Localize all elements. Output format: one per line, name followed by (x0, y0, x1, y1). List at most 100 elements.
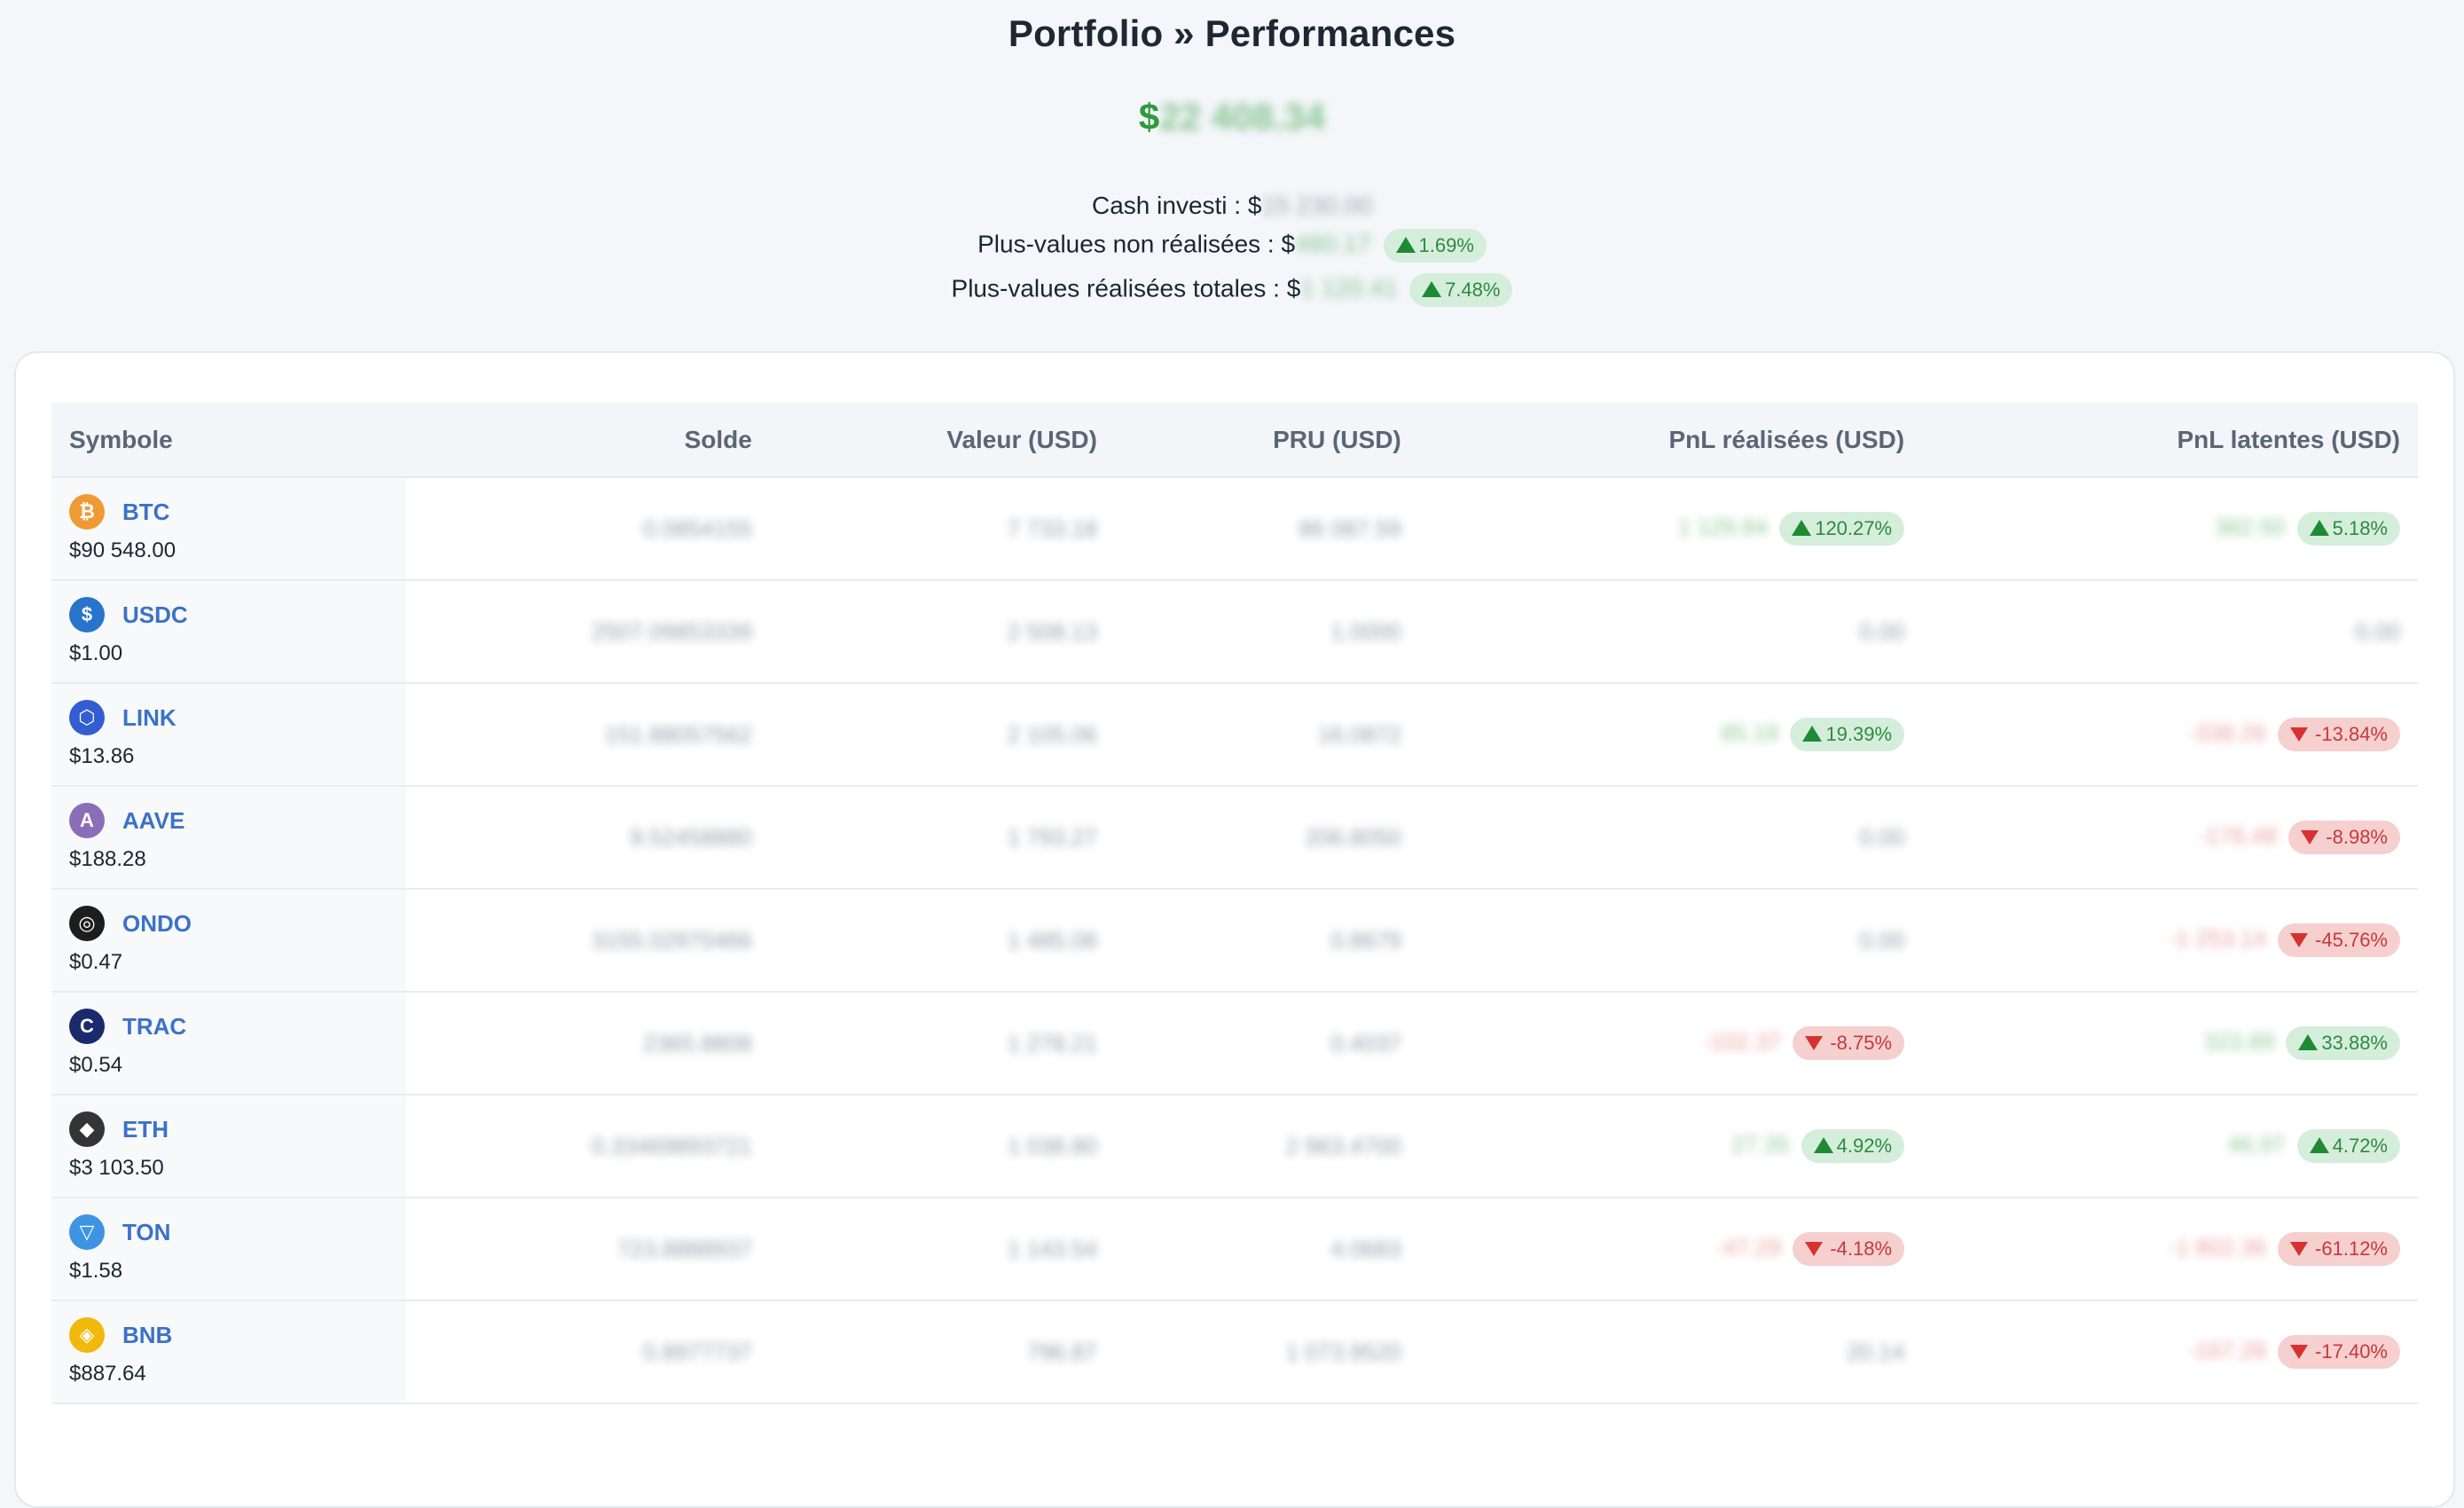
unrealized-pnl-cell: -167.28 -17.40% (1922, 1300, 2418, 1403)
table-row[interactable]: ▽ TON $1.58 723.8888937 1 143.54 4.0683 -47.29… (51, 1198, 2418, 1300)
realized-pnl-cell: 0.00 (1419, 889, 1922, 992)
realized-pnl-cell: 85.19 19.39% (1419, 683, 1922, 786)
aave-icon: A (69, 803, 105, 838)
balance-value: 0.0854155 (642, 514, 752, 542)
unrealized-pnl-value: 382.50 (2214, 513, 2286, 540)
coin-ticker-link[interactable]: BTC (122, 499, 169, 526)
avg-price-cell: 206.8050 (1115, 786, 1419, 889)
table-row[interactable]: A AAVE $188.28 9.52458880 1 793.27 206.8050 0.… (51, 786, 2418, 889)
value-cell: 7 733.18 (770, 477, 1115, 580)
avg-price-value: 0.8679 (1330, 926, 1401, 954)
symbol-cell: ₿ BTC $90 548.00 (51, 477, 406, 580)
unrealized-pnl-value: -1 802.36 (2168, 1233, 2266, 1261)
avg-price-value: 0.4037 (1330, 1029, 1401, 1056)
arrow-up-icon (1422, 281, 1442, 297)
coin-ticker-link[interactable]: BNB (122, 1322, 172, 1349)
realized-pnl-cell: 20.14 (1419, 1300, 1922, 1403)
realized-pnl-pct: -4.18% (1830, 1237, 1893, 1260)
realized-pnl-value: -102.37 (1702, 1027, 1782, 1055)
balance-value: 151.88057562 (604, 720, 752, 748)
bnb-icon: ◈ (69, 1317, 105, 1353)
symbol-cell: ▽ TON $1.58 (51, 1198, 406, 1300)
coin-price: $1.00 (69, 641, 123, 665)
balance-value: 2507.09853339 (592, 617, 752, 645)
column-header-symbol[interactable]: Symbole (51, 403, 406, 478)
arrow-down-icon (2290, 1242, 2309, 1256)
value-cell: 796.87 (770, 1300, 1115, 1403)
unrealized-pnl-badge: -45.76% (2278, 923, 2400, 957)
column-header-unrealized-pnl[interactable]: PnL latentes (USD) (1922, 403, 2418, 478)
usdc-icon: $ (69, 597, 105, 632)
avg-price-cell: 1.0000 (1115, 580, 1419, 683)
arrow-up-icon (1792, 520, 1812, 536)
coin-ticker-link[interactable]: TON (122, 1219, 170, 1246)
column-header-value[interactable]: Valeur (USD) (769, 403, 1115, 478)
realized-gains-pct: 7.48% (1445, 279, 1501, 301)
avg-price-value: 1.0000 (1330, 617, 1401, 645)
realized-pnl-value: 0.00 (1859, 823, 1905, 851)
realized-pnl-badge: -8.75% (1793, 1026, 1905, 1060)
value-cell: 1 485.08 (770, 889, 1115, 992)
table-row[interactable]: ◆ ETH $3 103.50 0.33469893721 1 038.80 2 963.… (51, 1095, 2418, 1198)
unrealized-pnl-cell: -176.48 -8.98% (1922, 786, 2418, 889)
holdings-table: Symbole Solde Valeur (USD) PRU (USD) PnL… (51, 403, 2418, 1404)
coin-price: $90 548.00 (69, 538, 177, 562)
coin-ticker-link[interactable]: ONDO (122, 910, 192, 938)
symbol-cell: A AAVE $188.28 (51, 786, 406, 889)
balance-cell: 3155.02970466 (406, 889, 770, 992)
table-row[interactable]: $ USDC $1.00 2507.09853339 2 508.13 1.0000 0.0… (51, 580, 2418, 683)
table-header-row: Symbole Solde Valeur (USD) PRU (USD) PnL… (51, 403, 2418, 478)
table-row[interactable]: ◎ ONDO $0.47 3155.02970466 1 485.08 0.8679 0.0… (51, 889, 2418, 992)
table-row[interactable]: ⬡ LINK $13.86 151.88057562 2 105.06 16.0872 85… (51, 683, 2418, 786)
unrealized-pnl-badge: 4.72% (2296, 1129, 2400, 1163)
coin-price: $3 103.50 (69, 1156, 164, 1180)
value-cell: 2 508.13 (770, 580, 1115, 683)
coin-ticker-link[interactable]: LINK (122, 704, 177, 732)
balance-cell: 9.52458880 (406, 786, 770, 889)
realized-gains-label: Plus-values réalisées totales : $ (951, 274, 1301, 302)
avg-price-value: 2 963.4700 (1285, 1132, 1401, 1159)
coin-ticker-link[interactable]: AAVE (122, 807, 184, 835)
table-row[interactable]: C TRAC $0.54 2365.8808 1 278.21 0.4037 -102.37… (51, 992, 2418, 1095)
balance-value: 2365.8808 (642, 1029, 752, 1056)
table-row[interactable]: ₿ BTC $90 548.00 0.0854155 7 733.18 86 087.59… (51, 477, 2418, 580)
avg-price-value: 4.0683 (1330, 1235, 1401, 1262)
balance-cell: 723.8888937 (406, 1198, 770, 1300)
table-row[interactable]: ◈ BNB $887.64 0.8977737 796.87 1 073.9520 20.1… (51, 1300, 2418, 1403)
balance-cell: 151.88057562 (406, 683, 770, 786)
avg-price-value: 206.8050 (1305, 823, 1401, 851)
unrealized-pnl-badge: -61.12% (2278, 1232, 2400, 1266)
ondo-icon: ◎ (69, 906, 105, 941)
arrow-down-icon (2301, 830, 2319, 844)
column-header-avg-price[interactable]: PRU (USD) (1114, 403, 1419, 478)
coin-ticker-link[interactable]: ETH (122, 1116, 169, 1143)
realized-pnl-pct: 4.92% (1836, 1135, 1893, 1157)
toncoin-icon: ▽ (69, 1214, 105, 1250)
unrealized-gains-line: Plus-values non réalisées : $480.17 1.69… (0, 229, 2464, 263)
avg-price-cell: 4.0683 (1115, 1198, 1419, 1300)
arrow-down-icon (1805, 1242, 1824, 1256)
realized-pnl-pct: 120.27% (1815, 517, 1893, 539)
unrealized-pnl-badge: -17.40% (2278, 1335, 2400, 1369)
coin-price: $1.58 (69, 1259, 123, 1283)
trac-icon: C (69, 1009, 105, 1044)
realized-gains-badge: 7.48% (1409, 273, 1513, 307)
symbol-cell: ◆ ETH $3 103.50 (51, 1095, 406, 1198)
unrealized-pnl-badge: -13.84% (2278, 718, 2400, 751)
arrow-up-icon (1813, 1137, 1833, 1153)
value-cell: 1 038.80 (770, 1095, 1115, 1198)
balance-value: 9.52458880 (630, 823, 752, 851)
column-header-realized-pnl[interactable]: PnL réalisées (USD) (1418, 403, 1923, 478)
value-usd: 1 143.54 (1007, 1235, 1097, 1262)
coin-ticker-link[interactable]: USDC (122, 601, 188, 629)
coin-price: $188.28 (69, 847, 146, 871)
arrow-down-icon (1805, 1036, 1824, 1050)
value-usd: 2 508.13 (1007, 617, 1097, 645)
unrealized-pnl-pct: -8.98% (2326, 826, 2388, 848)
value-cell: 2 105.06 (770, 683, 1115, 786)
column-header-balance[interactable]: Solde (406, 403, 770, 478)
realized-pnl-value: 27.35 (1731, 1130, 1790, 1158)
coin-ticker-link[interactable]: TRAC (122, 1013, 186, 1041)
realized-pnl-pct: -8.75% (1830, 1032, 1893, 1054)
unrealized-pnl-pct: 4.72% (2332, 1135, 2388, 1157)
